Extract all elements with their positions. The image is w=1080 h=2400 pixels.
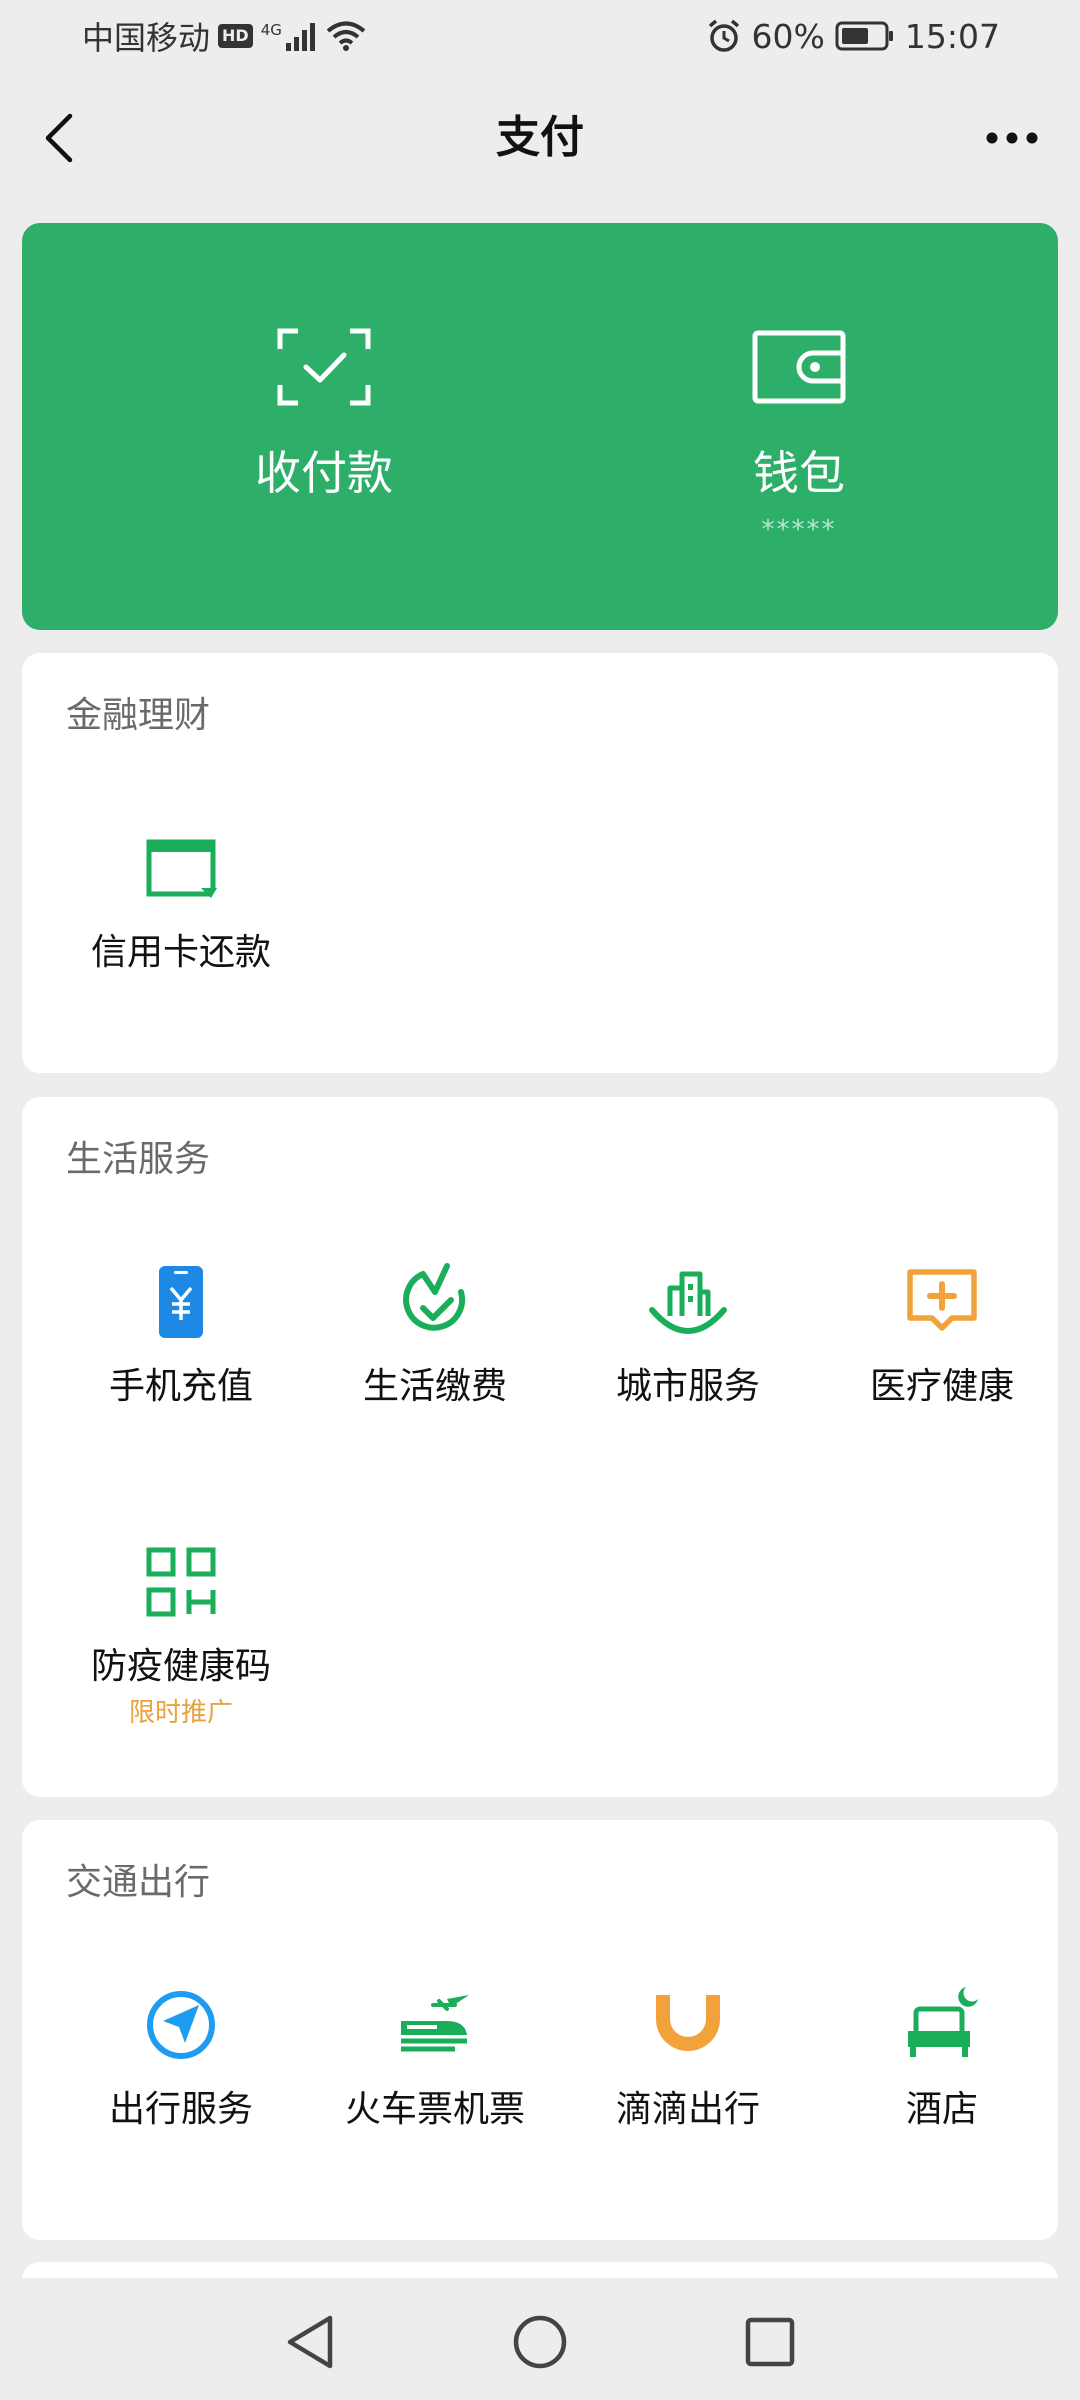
signal-icon: 4G (261, 21, 318, 51)
wallet-label: 钱包 (753, 446, 845, 500)
wallet-icon (752, 330, 846, 404)
wallet-balance-hidden: ***** (761, 515, 837, 545)
item-label: 城市服务 (615, 1366, 760, 1407)
item-label: 防疫健康码 (90, 1646, 271, 1687)
credit-card-icon (146, 839, 217, 898)
carrier-name: 中国移动 (82, 19, 211, 57)
section-title: 金融理财 (66, 695, 211, 736)
transport-section: 交通出行 出行服务 火车票机票 滴滴出行 酒店 (22, 1820, 1058, 2240)
phone-topup-item[interactable]: 手机充值 (56, 1262, 306, 1410)
hotel-item[interactable]: 酒店 (817, 1985, 1067, 2133)
page-title: 支付 (496, 112, 584, 163)
item-label: 医疗健康 (869, 1366, 1014, 1407)
credit-card-repay-item[interactable]: 信用卡还款 (56, 828, 306, 976)
didi-icon (656, 1995, 720, 2051)
battery-icon (835, 21, 893, 51)
payment-hero-card: 收付款 钱包 ***** (22, 223, 1058, 630)
bill-pay-item[interactable]: 生活缴费 (310, 1262, 560, 1410)
item-label: 生活缴费 (362, 1366, 507, 1407)
health-code-icon (146, 1547, 216, 1617)
receive-pay-label: 收付款 (255, 446, 393, 500)
circle-home-icon (513, 2315, 567, 2369)
item-label: 酒店 (905, 2089, 978, 2130)
receive-pay-button[interactable]: 收付款 (65, 223, 583, 630)
triangle-back-icon (287, 2315, 333, 2369)
alarm-icon (708, 19, 739, 52)
hotel-icon (908, 1987, 978, 2057)
health-code-item[interactable]: 防疫健康码 限时推广 (56, 1542, 306, 1730)
life-services-section: 生活服务 手机充值 生活缴费 城市服务 医疗健康 防疫健康码 限时推广 (22, 1097, 1058, 1797)
system-nav-bar (0, 2278, 1080, 2400)
item-label: 手机充值 (108, 1366, 253, 1407)
train-plane-item[interactable]: 火车票机票 (310, 1985, 560, 2133)
nav-home-button[interactable] (500, 2302, 580, 2382)
battery-percent: 60% (751, 16, 825, 56)
nav-back-button[interactable] (270, 2302, 350, 2382)
network-type: 4G (260, 21, 282, 39)
status-left: 中国移动 HD 4G (82, 14, 366, 58)
nav-bar: 支付 (0, 90, 1080, 186)
section-title: 交通出行 (66, 1862, 211, 1903)
status-bar: 中国移动 HD 4G 60% 15:07 (0, 0, 1080, 72)
square-recents-icon (745, 2317, 795, 2367)
medical-item[interactable]: 医疗健康 (817, 1262, 1067, 1410)
hd-badge: HD (218, 24, 253, 48)
city-service-icon (649, 1271, 727, 1334)
bill-pay-icon (403, 1263, 466, 1331)
promo-tag: 限时推广 (128, 1698, 233, 1728)
status-right: 60% 15:07 (706, 14, 1000, 58)
nav-recents-button[interactable] (730, 2302, 810, 2382)
wallet-button[interactable]: 钱包 ***** (540, 223, 1058, 630)
more-button[interactable] (972, 108, 1052, 168)
more-icon (986, 132, 1038, 144)
train-plane-icon (401, 1995, 469, 2052)
item-label: 火车票机票 (344, 2089, 525, 2130)
item-label: 滴滴出行 (615, 2089, 760, 2130)
item-label: 出行服务 (108, 2089, 253, 2130)
wifi-icon (326, 21, 366, 51)
finance-section: 金融理财 信用卡还款 (22, 653, 1058, 1073)
medical-icon (907, 1269, 977, 1331)
travel-service-item[interactable]: 出行服务 (56, 1985, 306, 2133)
scan-check-icon (277, 328, 371, 406)
phone-topup-icon (159, 1266, 203, 1338)
didi-item[interactable]: 滴滴出行 (563, 1985, 813, 2133)
navigation-icon (147, 1991, 215, 2059)
city-service-item[interactable]: 城市服务 (563, 1262, 813, 1410)
item-label: 信用卡还款 (90, 932, 271, 973)
clock-time: 15:07 (904, 16, 1000, 56)
section-title: 生活服务 (66, 1139, 211, 1180)
